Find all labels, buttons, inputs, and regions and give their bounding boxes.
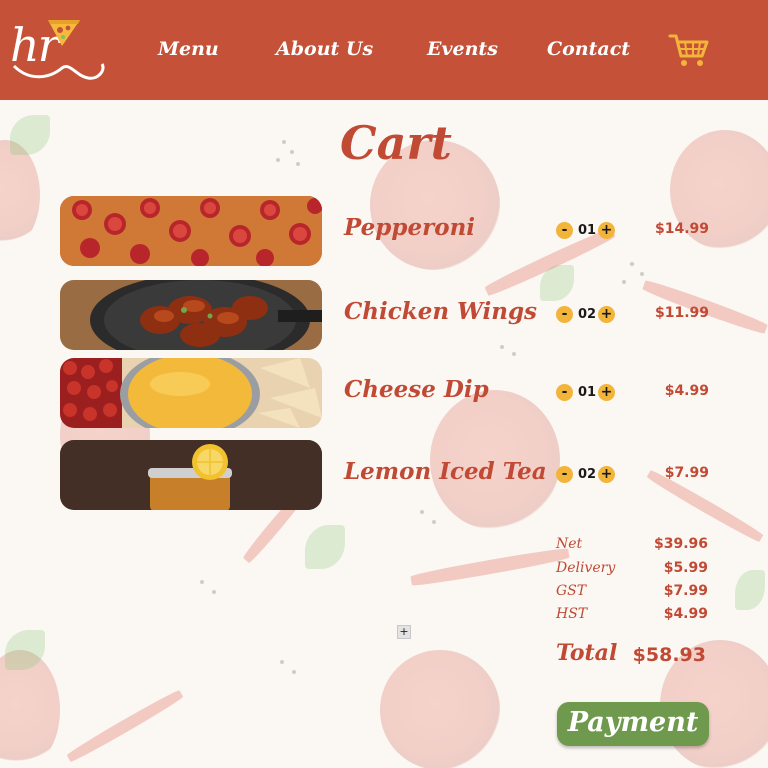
cart-item: Cheese Dip - 01 + $4.99	[0, 358, 768, 430]
decrease-quantity-button[interactable]: -	[556, 384, 573, 401]
quantity-value: 02	[577, 307, 597, 322]
item-price: $4.99	[664, 383, 709, 399]
cart-item: Lemon Iced Tea - 02 + $7.99	[0, 440, 768, 512]
quantity-value: 02	[577, 467, 597, 482]
decrease-quantity-button[interactable]: -	[556, 466, 573, 483]
summary-row-hst: HST $4.99	[556, 606, 708, 628]
nav-contact[interactable]: Contact	[547, 38, 630, 60]
quantity-value: 01	[577, 385, 597, 400]
increase-quantity-button[interactable]: +	[598, 306, 615, 323]
item-name: Pepperoni	[344, 214, 476, 241]
total-value: $58.93	[632, 644, 706, 666]
summary-label: Net	[556, 536, 583, 552]
summary-label: HST	[556, 606, 588, 622]
item-price: $7.99	[664, 465, 709, 481]
increase-quantity-button[interactable]: +	[598, 466, 615, 483]
increase-quantity-button[interactable]: +	[598, 222, 615, 239]
item-price: $11.99	[654, 305, 709, 321]
decrease-quantity-button[interactable]: -	[556, 222, 573, 239]
item-name: Lemon Iced Tea	[344, 458, 547, 485]
total-label: Total	[556, 640, 618, 666]
nav-menu[interactable]: Menu	[158, 38, 219, 60]
payment-button[interactable]: Payment	[557, 702, 709, 746]
item-name: Cheese Dip	[344, 376, 489, 403]
nav-events[interactable]: Events	[427, 38, 498, 60]
summary-value: $39.96	[653, 536, 708, 552]
lemon-iced-tea-image	[60, 440, 322, 510]
item-name: Chicken Wings	[344, 298, 537, 325]
summary-row-gst: GST $7.99	[556, 583, 708, 605]
page-title: Cart	[340, 116, 452, 170]
shopping-cart-icon[interactable]	[668, 32, 710, 68]
cart-page: Cart Pepperoni - 01 + $14.99 Chicken Win…	[0, 100, 768, 768]
small-plus-button[interactable]: +	[397, 625, 411, 639]
pepperoni-pizza-image	[60, 196, 322, 266]
chicken-wings-image	[60, 280, 322, 350]
main-nav: Menu About Us Events Contact	[0, 38, 768, 68]
top-navbar: hr Menu About Us Events Contact	[0, 0, 768, 100]
summary-row-net: Net $39.96	[556, 536, 708, 558]
nav-about-us[interactable]: About Us	[276, 38, 373, 60]
summary-row-delivery: Delivery $5.99	[556, 560, 708, 582]
summary-label: GST	[556, 583, 587, 599]
cart-item: Pepperoni - 01 + $14.99	[0, 196, 768, 268]
decrease-quantity-button[interactable]: -	[556, 306, 573, 323]
summary-value: $5.99	[663, 560, 708, 576]
summary-label: Delivery	[556, 560, 616, 576]
quantity-value: 01	[577, 223, 597, 238]
summary-value: $7.99	[663, 583, 708, 599]
summary-value: $4.99	[663, 606, 708, 622]
increase-quantity-button[interactable]: +	[598, 384, 615, 401]
cart-item: Chicken Wings - 02 + $11.99	[0, 280, 768, 352]
item-price: $14.99	[654, 221, 709, 237]
cheese-dip-image	[60, 358, 322, 428]
